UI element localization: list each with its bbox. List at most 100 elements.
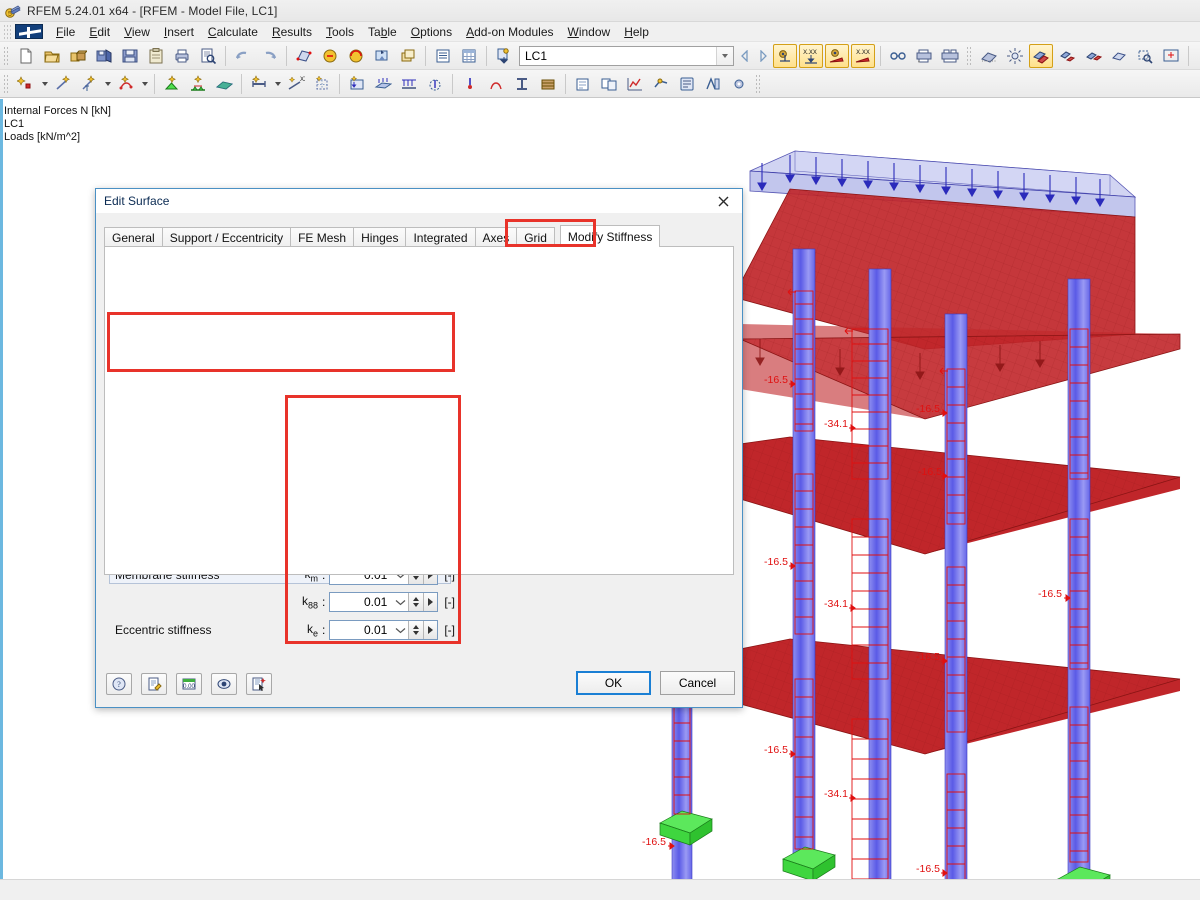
edit-surface-dialog[interactable]: Edit Surface General Support / Eccentric… [95,188,743,708]
printout-report-multi-icon[interactable] [938,44,962,68]
undo-icon[interactable] [231,44,255,68]
tab-support-eccentricity[interactable]: Support / Eccentricity [161,227,292,247]
tab-integrated[interactable]: Integrated [405,227,476,247]
new-member-icon[interactable] [247,72,271,96]
new-load-icon[interactable] [345,72,369,96]
render-model-icon[interactable] [977,44,1001,68]
view-model-icon[interactable] [1107,44,1131,68]
zoom-all-icon[interactable] [1159,44,1183,68]
clipboard-icon[interactable] [144,44,168,68]
table-view-icon[interactable] [431,44,455,68]
mirror-icon[interactable] [1081,44,1105,68]
load-case-combo[interactable]: LC1 [519,45,734,66]
new-member-grid-icon[interactable] [310,72,334,96]
new-member-xx-icon[interactable]: XX [284,72,308,96]
menu-item-addon-modules[interactable]: Add-on Modules [459,23,560,41]
new-surface-load-icon[interactable] [371,72,395,96]
new-member-load-icon[interactable] [397,72,421,96]
units-icon[interactable]: 0.00 [176,673,202,695]
open-folder-icon[interactable] [40,44,64,68]
factor-spinner[interactable]: 0.01 [329,620,439,640]
toolbar-grip[interactable] [3,45,10,66]
spinner-up-down[interactable] [408,621,424,639]
edit-comment-icon[interactable] [141,673,167,695]
move-icon[interactable] [1029,43,1053,68]
help-icon[interactable]: ? [106,673,132,695]
rotate-icon[interactable] [1055,44,1079,68]
factor-value[interactable]: 0.01 [330,595,392,609]
stiffness-icon[interactable] [649,72,673,96]
new-nodal-support-icon[interactable] [186,72,210,96]
tab-axes[interactable]: Axes [474,227,518,247]
lighting-icon[interactable] [1003,44,1027,68]
new-load-case-icon[interactable] [571,72,595,96]
menu-item-file[interactable]: File [49,23,82,41]
tab-modify-stiffness[interactable]: Modify Stiffness [559,225,661,247]
menu-item-calculate[interactable]: Calculate [201,23,265,41]
new-material-icon[interactable] [536,72,560,96]
new-free-load-icon[interactable] [423,72,447,96]
chevron-down-icon[interactable] [392,599,408,606]
glasses-icon[interactable] [886,44,910,68]
chevron-down-icon[interactable] [102,72,113,96]
view-mode-icon[interactable] [211,673,237,695]
calculation-icon[interactable] [675,72,699,96]
chevron-down-icon[interactable] [716,46,733,65]
new-combination-icon[interactable] [597,72,621,96]
menubar-grip[interactable] [3,23,13,40]
tab-hinges[interactable]: Hinges [353,227,407,247]
show-values-icon[interactable]: X.XX [799,43,823,68]
new-line-with-dim-icon[interactable] [77,72,101,96]
factor-spinner[interactable]: 0.01 [329,592,439,612]
show-result-values-icon[interactable]: X.XX [851,43,875,68]
chevron-down-icon[interactable] [272,72,283,96]
new-file-icon[interactable] [14,44,38,68]
close-icon[interactable] [708,192,738,211]
new-nodal-load-icon[interactable] [458,72,482,96]
save-icon[interactable] [118,44,142,68]
menu-item-view[interactable]: View [117,23,157,41]
spinner-up-down[interactable] [408,593,424,611]
redo-icon[interactable] [257,44,281,68]
tab-grid[interactable]: Grid [516,227,555,247]
show-support-reactions-icon[interactable] [773,43,797,68]
show-deformation-icon[interactable] [825,43,849,68]
view-select-icon[interactable] [370,44,394,68]
chevron-down-icon[interactable] [139,72,150,96]
menu-item-help[interactable]: Help [617,23,656,41]
menu-item-table[interactable]: Table [361,23,404,41]
spinner-next-icon[interactable] [423,621,438,639]
render-surface-icon[interactable] [292,44,316,68]
spinner-next-icon[interactable] [423,593,438,611]
toolbar-grip[interactable] [3,73,10,94]
pick-object-icon[interactable] [246,673,272,695]
toolbar-grip[interactable] [755,73,762,94]
new-polyline-icon[interactable] [114,72,138,96]
grid-table-icon[interactable] [457,44,481,68]
menu-item-edit[interactable]: Edit [82,23,117,41]
import-icon[interactable] [492,44,516,68]
new-surface-icon[interactable] [212,72,236,96]
menu-item-window[interactable]: Window [561,23,618,41]
ok-button[interactable]: OK [576,671,651,695]
design-icon[interactable] [701,72,725,96]
zoom-window-icon[interactable] [1133,44,1157,68]
menu-item-options[interactable]: Options [404,23,459,41]
chevron-down-icon[interactable] [392,627,408,634]
copy-window-icon[interactable] [396,44,420,68]
menu-item-results[interactable]: Results [265,23,319,41]
new-support-icon[interactable] [160,72,184,96]
chevron-down-icon[interactable] [39,72,50,96]
new-imperfection-icon[interactable] [484,72,508,96]
save-as-icon[interactable] [92,44,116,68]
settings2-icon[interactable] [727,72,751,96]
print-preview-icon[interactable] [196,44,220,68]
menu-item-tools[interactable]: Tools [319,23,361,41]
new-node-icon[interactable] [14,72,38,96]
print-icon[interactable] [170,44,194,68]
cancel-button[interactable]: Cancel [660,671,735,695]
results-diagram-icon[interactable] [623,72,647,96]
factor-value[interactable]: 0.01 [330,623,392,637]
menu-item-insert[interactable]: Insert [157,23,201,41]
open-package-icon[interactable] [66,44,90,68]
